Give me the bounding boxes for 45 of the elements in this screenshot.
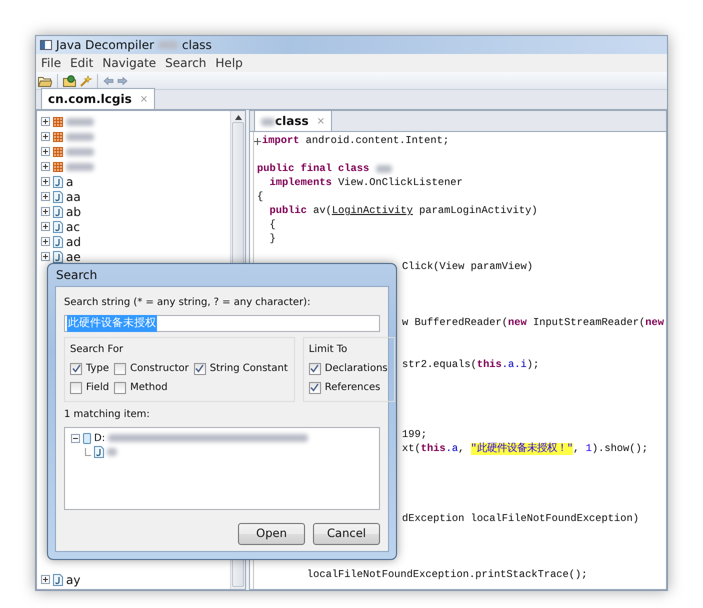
dialog-button[interactable]: Open [238, 523, 305, 545]
code-line: dException localFileNotFoundException) [402, 512, 639, 526]
code-line: { [257, 190, 264, 204]
menu-item[interactable]: Navigate [102, 54, 156, 72]
checkbox-label[interactable]: References [324, 380, 380, 395]
code-line: str2.equals(this.a.i); [402, 358, 540, 372]
checkbox-label[interactable]: Type [86, 361, 109, 376]
tree-item[interactable]: aa [66, 188, 81, 206]
code-line: 199; [402, 428, 427, 442]
code-line: localFileNotFoundException.printStackTrace(); [306, 568, 588, 582]
checkbox-label[interactable]: String Constant [210, 361, 288, 376]
code-line: xt(this.a, "此硬件设备未授权！", 1).show(); [402, 442, 648, 456]
checkbox-label[interactable]: Declarations [324, 361, 388, 376]
file-tab[interactable]: cn.com.lcgis × [41, 88, 156, 109]
result-item[interactable]: D: [94, 430, 106, 446]
code-line: w BufferedReader(new InputStreamReader(new [402, 316, 664, 330]
tree-item[interactable]: a [66, 172, 74, 190]
group-title: Search For [70, 343, 124, 357]
window-title: Java Decompiler [56, 37, 154, 54]
code-line: } [268, 232, 276, 246]
menu-item[interactable]: Help [215, 54, 243, 72]
checkbox-label[interactable]: Method [130, 380, 168, 395]
tree-item[interactable]: ac [66, 218, 80, 236]
window-title: class [182, 37, 212, 54]
menu-item[interactable]: File [41, 54, 62, 72]
code-line: { [268, 218, 276, 232]
checkbox-label[interactable]: Field [86, 380, 110, 395]
tree-item[interactable]: ay [66, 570, 80, 588]
menu-item[interactable]: Search [165, 54, 206, 72]
editor-tab[interactable]: class × [254, 110, 332, 131]
code-line: Click(View paramView) [402, 260, 533, 274]
code-line: implements View.OnClickListener [268, 176, 463, 190]
code-line: import android.content.Intent; [262, 134, 450, 148]
tree-item[interactable]: ad [66, 232, 81, 250]
results-label: 1 matching item: [64, 408, 151, 422]
dialog-title: Search [55, 267, 98, 284]
code-line: public final class [257, 162, 370, 176]
group-title: Limit To [308, 343, 348, 357]
tree-item[interactable]: ae [66, 248, 81, 266]
menu-item[interactable]: Edit [70, 54, 94, 72]
tree-item[interactable]: ab [66, 202, 81, 220]
code-line: public av(LoginActivity paramLoginActivity) [268, 204, 538, 218]
search-label: Search string (* = any string, ? = any character): [64, 296, 312, 310]
dialog-button[interactable]: Cancel [313, 523, 380, 545]
checkbox-label[interactable]: Constructor [130, 361, 189, 376]
